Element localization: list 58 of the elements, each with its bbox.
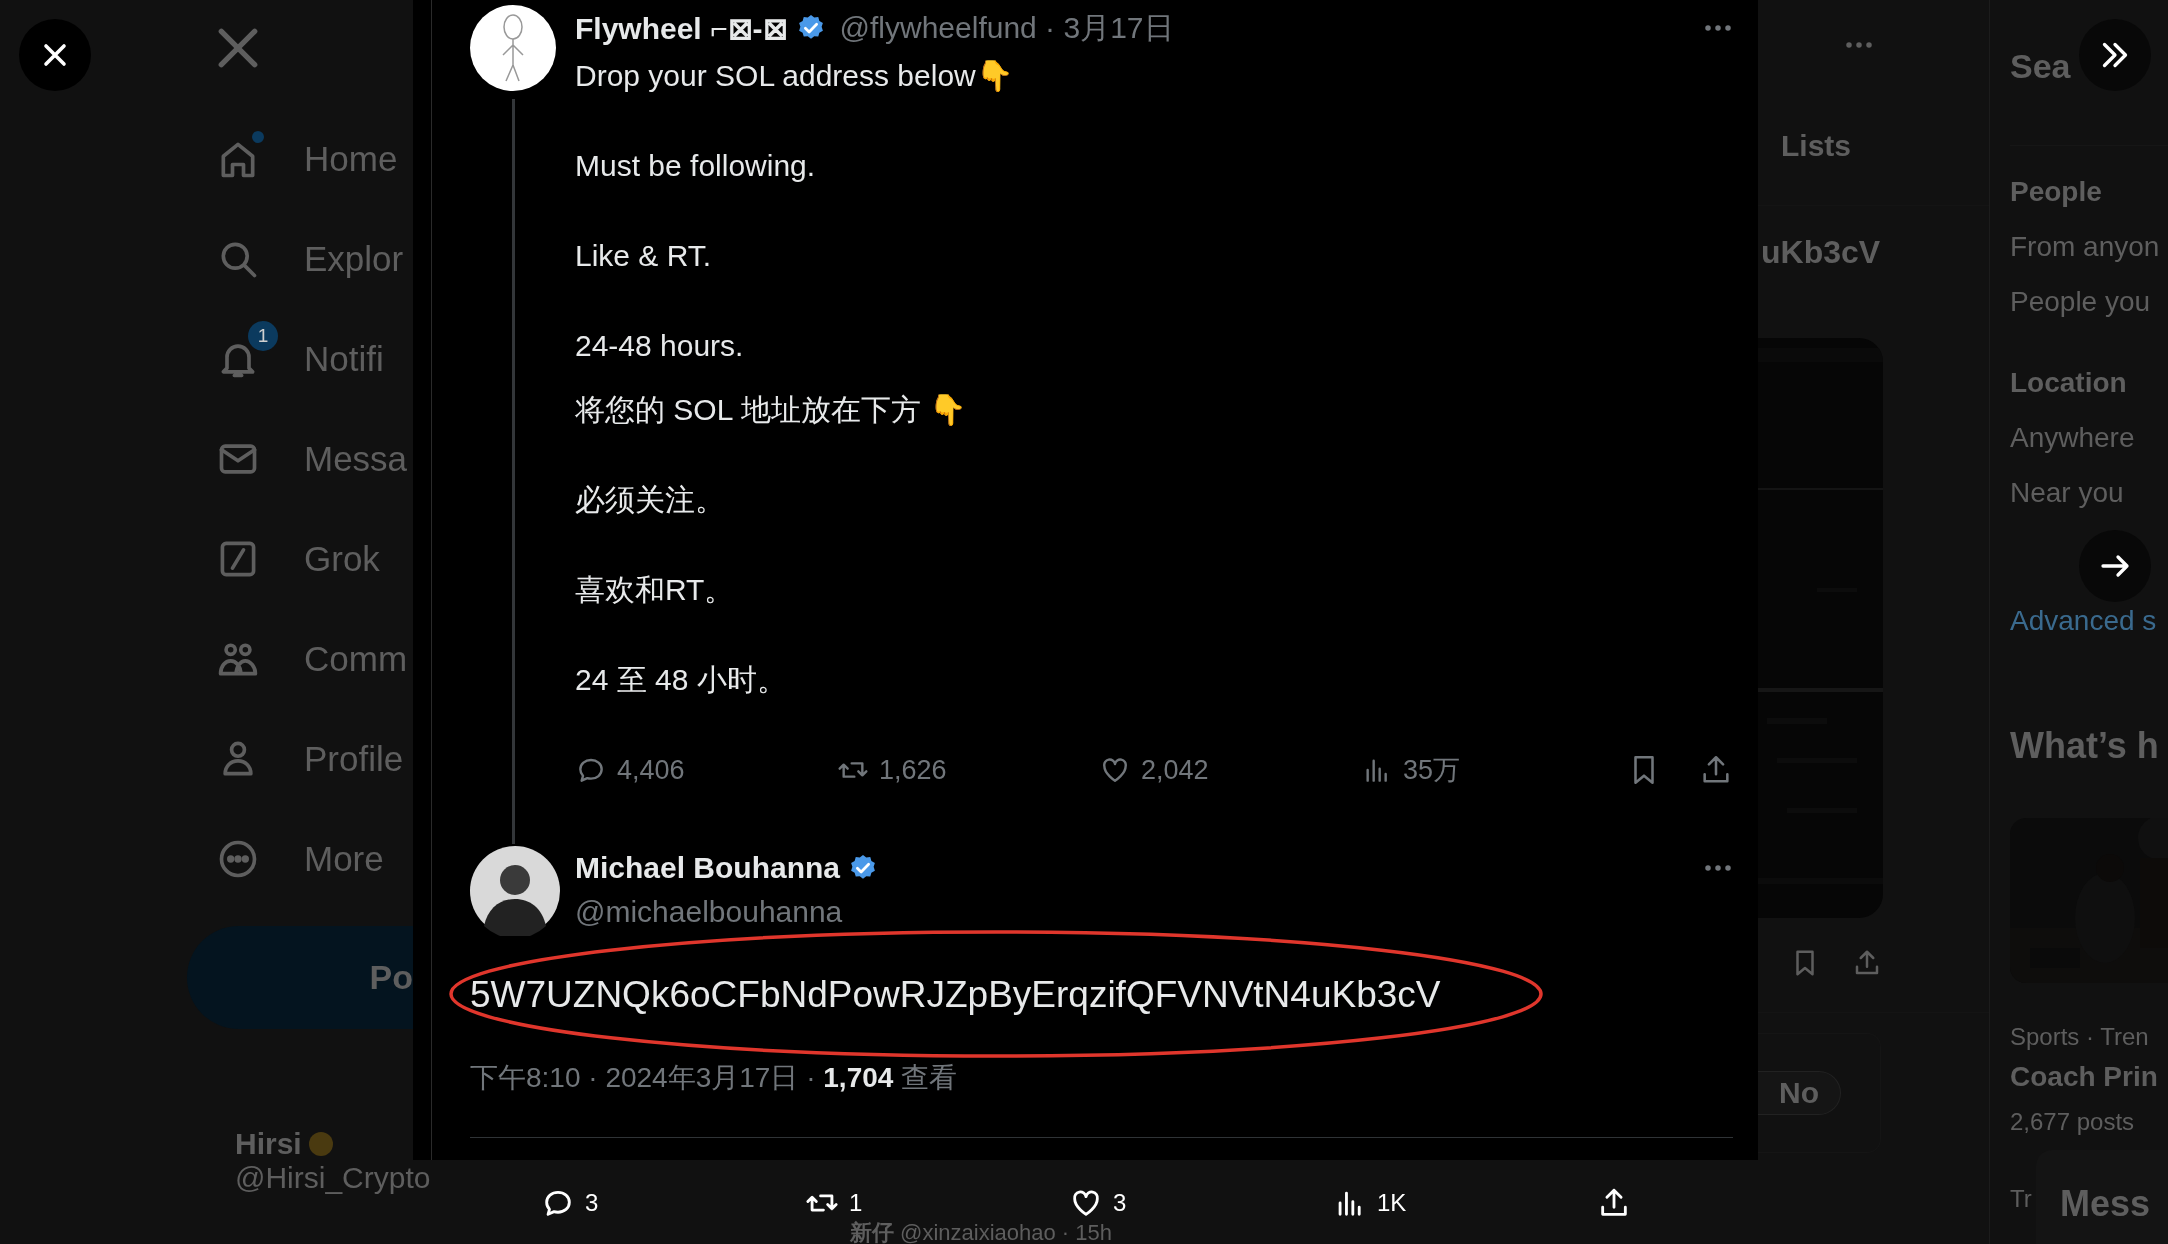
post-text: uKb3cV [1760, 233, 1882, 272]
tweet-text: 将您的 SOL 地址放在下方 👇 [575, 392, 967, 428]
tweet-text: 喜欢和RT。 [575, 572, 736, 608]
section-heading: People [2010, 175, 2102, 209]
author-name[interactable]: Flywheel ⌐⊠-⊠ [575, 10, 788, 46]
tweet-text: Like & RT. [575, 238, 713, 274]
reply-button[interactable]: 4,406 [575, 754, 837, 786]
more-icon[interactable] [1703, 863, 1733, 873]
nav-item[interactable]: More [0, 809, 413, 909]
nav-item[interactable]: Home [0, 109, 413, 209]
account-handle: @Hirsi_Crypto [235, 1161, 431, 1195]
tweet-text: 24-48 hours. [575, 328, 745, 364]
section-heading: Location [2010, 366, 2127, 400]
like-button[interactable]: 3 [1069, 1186, 1127, 1220]
nav-item[interactable]: Explor [0, 209, 413, 309]
tweet-text: 24 至 48 小时。 [575, 662, 788, 698]
trend-count: 2,677 posts [2010, 1107, 2135, 1137]
reply-preview: 新仔 @xinzaixiaohao · 15h [850, 1222, 1112, 1244]
views-button[interactable]: 1K [1333, 1186, 1407, 1220]
poll-option[interactable]: No [1757, 1071, 1841, 1115]
post-timestamp: 下午8:10 · 2024年3月17日 · 1,704 查看 [470, 1061, 959, 1095]
author-handle[interactable]: @flywheelfund · 3月17日 [839, 7, 1174, 49]
tweet-text: 必须关注。 [575, 482, 726, 518]
more-icon[interactable] [1703, 23, 1733, 33]
avatar[interactable] [470, 846, 560, 936]
notification-badge: 1 [248, 321, 278, 351]
nav-item[interactable]: 1 Notifi [0, 309, 413, 409]
more-icon[interactable] [1844, 40, 1874, 50]
tab[interactable]: Lists [1781, 128, 1852, 163]
post-button[interactable]: Po [187, 926, 413, 1029]
nav-item[interactable]: Grok [0, 509, 413, 609]
views-button[interactable]: 35万 [1361, 752, 1623, 788]
reply-text: 5W7UZNQk6oCFbNdPowRJZpByErqzifQFVNVtN4uKb3cV [470, 973, 1442, 1017]
badge-icon [307, 1131, 334, 1157]
filter-option[interactable]: People you [2010, 282, 2151, 322]
nav-item[interactable]: Comm [0, 609, 413, 709]
filter-option[interactable]: Near you [2010, 473, 2124, 513]
like-button[interactable]: 2,042 [1099, 754, 1361, 786]
tweet-text: Must be following. [575, 148, 817, 184]
filter-option[interactable]: From anyon [2010, 227, 2160, 267]
panel-title: Sea [2010, 46, 2071, 87]
author-handle[interactable]: @michaelbouhanna [575, 890, 1733, 934]
account-name: Hirsi [235, 1127, 302, 1161]
repost-button[interactable]: 1,626 [837, 754, 1099, 786]
repost-button[interactable]: 1 [805, 1186, 863, 1220]
trend-context: Tr [2010, 1184, 2032, 1214]
advanced-search-link[interactable]: Advanced s [2010, 601, 2157, 641]
drawer-title: Mess [2060, 1182, 2152, 1226]
nav-item[interactable]: Messa [0, 409, 413, 509]
nav-item[interactable]: Profile [0, 709, 413, 809]
author-name[interactable]: Michael Bouhanna [575, 851, 841, 885]
tweet-text: Drop your SOL address below👇 [575, 58, 1014, 94]
trend-context: Sports · Tren [2010, 1022, 2149, 1052]
avatar[interactable] [470, 5, 556, 91]
section-title: What’s h [2010, 724, 2159, 768]
trend-name[interactable]: Coach Prin [2010, 1057, 2158, 1097]
reply-button[interactable]: 3 [541, 1186, 599, 1220]
filter-option[interactable]: Anywhere [2010, 418, 2135, 458]
